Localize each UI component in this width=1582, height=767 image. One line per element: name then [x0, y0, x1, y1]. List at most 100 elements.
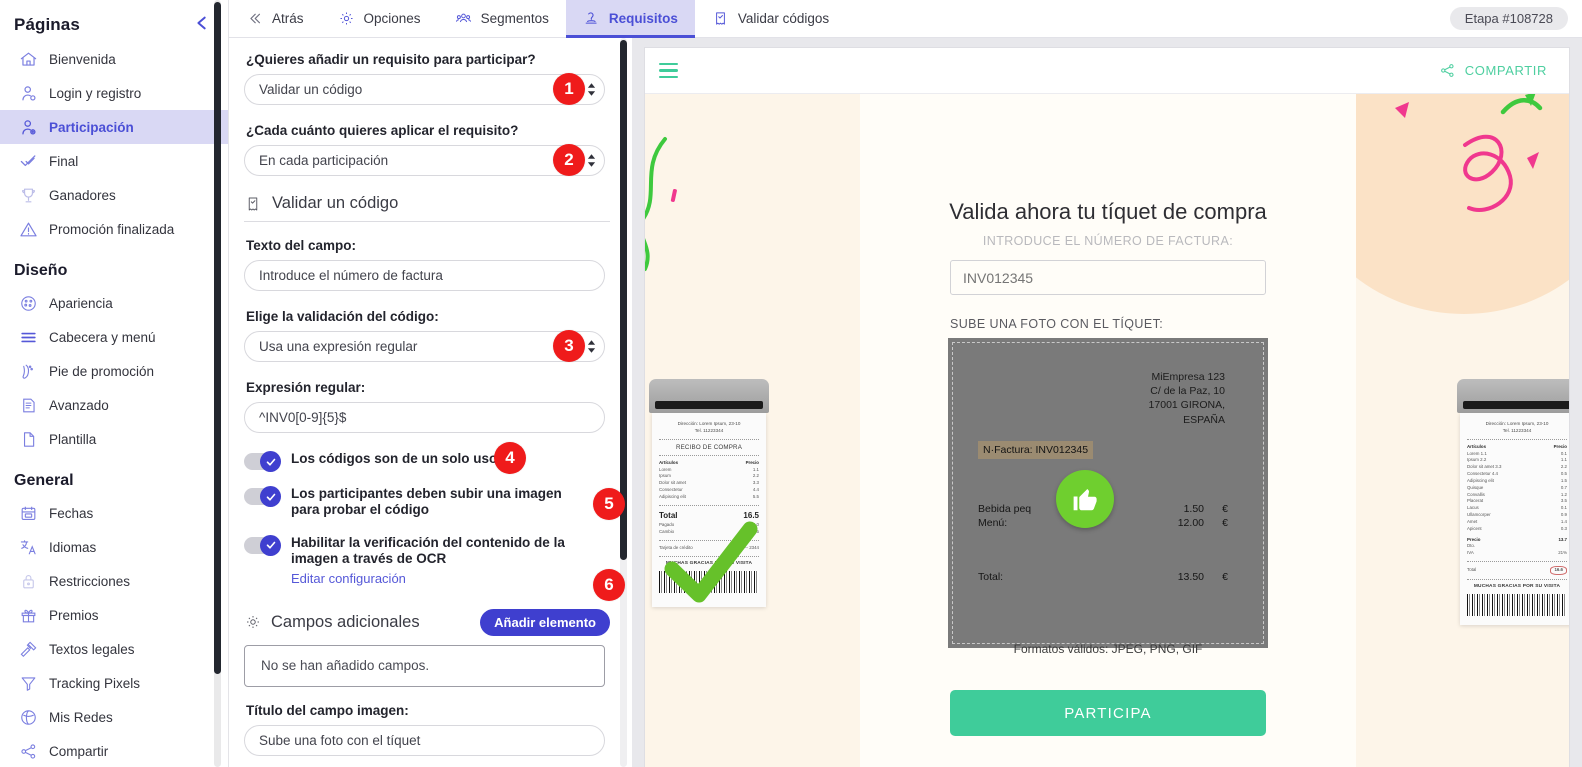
receipt-dto-label: Dto. [1467, 543, 1476, 549]
toggle-ocr[interactable] [244, 534, 281, 556]
preview-card: Valida ahora tu tíquet de compra INTRODU… [860, 94, 1356, 767]
toggle-knob [260, 451, 281, 472]
regex-input[interactable] [244, 402, 605, 433]
preview-share-button[interactable]: COMPARTIR [1439, 62, 1547, 79]
edit-ocr-config-link[interactable]: Editar configuración [291, 571, 591, 587]
preview-canvas: Dirección: Lorem Ipsum, 23-10 Tel. 11223… [645, 94, 1569, 767]
field-text-input[interactable] [244, 260, 605, 291]
sidebar-title: Páginas [14, 15, 80, 34]
receipt-heading: RECIBO DE COMPRA [675, 443, 743, 451]
sidebar-item-pie-de-promocion[interactable]: Pie de promoción [0, 354, 229, 388]
sidebar-item-premios[interactable]: Premios [0, 598, 229, 632]
field-text-label: Texto del campo: [246, 238, 357, 253]
sidebar-item-final[interactable]: Final [0, 144, 229, 178]
stage-badge[interactable]: Etapa #108728 [1449, 7, 1568, 30]
line-currency: € [1222, 503, 1228, 515]
upload-label: SUBE UNA FOTO CON EL TÍQUET: [950, 317, 1164, 331]
sidebar-item-apariencia[interactable]: Apariencia [0, 286, 229, 320]
receipt-row-price: 0.1 [1560, 450, 1567, 456]
ticket-check-icon [248, 197, 258, 210]
section-title: Validar un código [272, 194, 399, 212]
page-icon [18, 429, 38, 449]
tab-opciones[interactable]: Opciones [321, 0, 438, 37]
main-area: Atrás Opciones Segmentos Requisitos Vali… [229, 0, 1582, 767]
receipt-row-name: Placerat [1467, 498, 1484, 504]
sidebar-item-restricciones[interactable]: Restricciones [0, 564, 229, 598]
calendar-icon [18, 503, 38, 523]
sidebar-item-label: Avanzado [49, 397, 109, 413]
promotion-preview: COMPARTIR Dirección: Lorem Ipsum, 23-10 … [644, 47, 1570, 767]
sidebar-item-fechas[interactable]: Fechas [0, 496, 229, 530]
receipt-total-label: Total [1467, 567, 1477, 573]
tab-atras[interactable]: Atrás [229, 0, 321, 37]
receipt-address: Dirección: Lorem Ipsum, 23-10 [677, 421, 741, 426]
validation-type-select[interactable] [244, 331, 605, 362]
sidebar-item-tracking-pixels[interactable]: Tracking Pixels [0, 666, 229, 700]
receipt-iva-value: 21% [1558, 550, 1567, 556]
sidebar-header: Páginas [0, 0, 229, 42]
receipt-price-value: 13.7 [1558, 536, 1567, 542]
receipt-row-name: Ipsum [659, 473, 671, 479]
ticket-city: 17001 GIRONA, [1148, 399, 1225, 412]
receipt-row-price: 1.2 [1560, 491, 1567, 497]
gear-icon [339, 12, 353, 25]
sidebar-item-textos-legales[interactable]: Textos legales [0, 632, 229, 666]
receipt-row-price: 4.4 [752, 487, 759, 493]
image-title-input[interactable] [244, 724, 605, 756]
requirement-frequency-select[interactable] [244, 145, 605, 176]
receipt-row-price: 0.9 [1560, 512, 1567, 518]
toggle-knob [260, 534, 281, 556]
sidebar-item-label: Ganadores [49, 187, 116, 203]
sidebar-item-cabecera-y-menu[interactable]: Cabecera y menú [0, 320, 229, 354]
receipt-row-name: Ipsum 2.2 [1467, 457, 1487, 463]
receipt-row-name: Adipiscing elit [1467, 477, 1494, 483]
add-element-button[interactable]: Añadir elemento [480, 608, 610, 636]
image-dropzone[interactable]: MiEmpresa 123 C/ de la Paz, 10 17001 GIR… [948, 338, 1268, 656]
toggle-upload-image-label: Los participantes deben subir una imagen… [291, 486, 562, 518]
sidebar-item-participacion[interactable]: Participación [0, 110, 229, 144]
form-scrollbar-thumb[interactable] [620, 40, 627, 560]
callout-badge-3: 3 [553, 330, 585, 362]
requirement-type-select[interactable] [244, 74, 605, 105]
sidebar-item-label: Plantilla [49, 431, 97, 447]
ticket-check-icon [715, 12, 725, 25]
tab-validar-codigos[interactable]: Validar códigos [695, 0, 846, 37]
receipt-col-item: Artículos [1467, 443, 1487, 449]
sidebar-item-compartir[interactable]: Compartir [0, 734, 229, 767]
line-name: Menú: [978, 517, 1008, 529]
receipt-row-name: Consectetur [659, 487, 683, 493]
sidebar-item-promocion-finalizada[interactable]: Promoción finalizada [0, 212, 229, 246]
receipt-address: Dirección: Lorem Ipsum, 23-10 [1485, 421, 1549, 426]
participate-button[interactable]: PARTICIPA [950, 690, 1266, 736]
ticket-invoice-number: N·Factura: INV012345 [978, 441, 1094, 459]
tab-requisitos[interactable]: Requisitos [565, 0, 695, 38]
tab-label: Segmentos [480, 11, 549, 26]
sidebar-item-ganadores[interactable]: Ganadores [0, 178, 229, 212]
sidebar-item-label: Compartir [49, 743, 109, 759]
sidebar: Páginas Bienvenida Login y registro Part… [0, 0, 229, 767]
sidebar-item-login-y-registro[interactable]: Login y registro [0, 76, 229, 110]
decor-receipt-left: Dirección: Lorem Ipsum, 23-10 Tel. 11223… [649, 379, 769, 607]
sidebar-item-mis-redes[interactable]: Mis Redes [0, 700, 229, 734]
tab-segmentos[interactable]: Segmentos [438, 0, 566, 37]
ticket-total-line: Total: 13.50 € [978, 571, 1228, 583]
sidebar-item-bienvenida[interactable]: Bienvenida [0, 42, 229, 76]
share-icon [18, 741, 38, 761]
receipt-col-price: Precio [745, 459, 759, 465]
sidebar-scrollbar-thumb[interactable] [214, 2, 221, 674]
line-value: 12.00 [1177, 517, 1204, 529]
sidebar-item-idiomas[interactable]: Idiomas [0, 530, 229, 564]
palette-icon [18, 293, 38, 313]
hamburger-icon[interactable] [659, 62, 678, 79]
chevron-left-icon[interactable] [193, 14, 211, 36]
sidebar-item-label: Restricciones [49, 573, 131, 589]
invoice-number-input[interactable] [950, 260, 1266, 295]
receipt-row-name: Ullamcorper [1467, 512, 1491, 518]
toggle-upload-image[interactable] [244, 486, 281, 507]
toggle-single-use[interactable] [244, 451, 281, 472]
sidebar-item-avanzado[interactable]: Avanzado [0, 388, 229, 422]
line-value: 1.50 [1183, 503, 1204, 515]
sidebar-item-plantilla[interactable]: Plantilla [0, 422, 229, 456]
menu-lines-icon [18, 327, 38, 347]
green-check-overlay [664, 521, 758, 603]
